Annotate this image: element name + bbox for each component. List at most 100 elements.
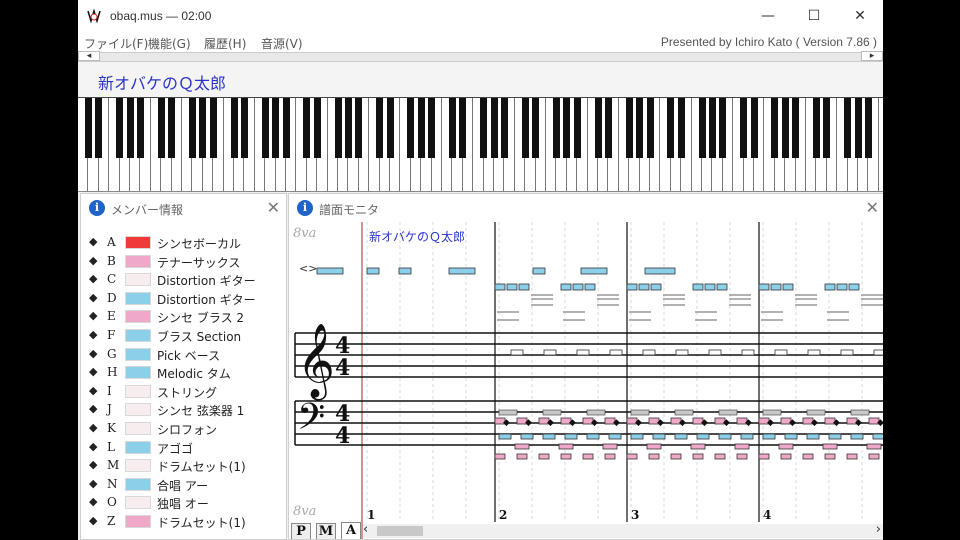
- tab-m[interactable]: M: [316, 523, 336, 539]
- menu-history[interactable]: 履歴(H): [204, 35, 246, 52]
- member-color-swatch[interactable]: [125, 310, 151, 324]
- black-key[interactable]: [521, 98, 529, 158]
- note-block: [674, 433, 688, 440]
- member-color-swatch[interactable]: [125, 514, 151, 528]
- score-area[interactable]: 𝄞𝄢4444◆◆◆◆◆◆◆◆◆◆◆◆◆◆◆◆◆◆ 8va 8va <> 新オバケ…: [289, 222, 883, 539]
- black-key[interactable]: [563, 98, 571, 158]
- menu-sound-source[interactable]: 音源(V): [261, 35, 303, 52]
- black-key[interactable]: [750, 98, 758, 158]
- member-color-swatch[interactable]: [125, 440, 151, 454]
- top-horizontal-scrollbar[interactable]: ◂ ▸: [78, 51, 883, 62]
- piano-keyboard[interactable]: [78, 97, 883, 192]
- black-key[interactable]: [282, 98, 290, 158]
- member-color-swatch[interactable]: [125, 384, 151, 398]
- note-block: [758, 283, 770, 291]
- black-key[interactable]: [261, 98, 269, 158]
- black-key[interactable]: [199, 98, 207, 158]
- black-key[interactable]: [812, 98, 820, 158]
- black-key[interactable]: [272, 98, 280, 158]
- member-color-swatch[interactable]: [125, 421, 151, 435]
- black-key[interactable]: [136, 98, 144, 158]
- black-key[interactable]: [417, 98, 425, 158]
- black-key[interactable]: [646, 98, 654, 158]
- member-color-swatch[interactable]: [125, 477, 151, 491]
- member-color-swatch[interactable]: [125, 328, 151, 342]
- black-key[interactable]: [573, 98, 581, 158]
- member-color-swatch[interactable]: [125, 254, 151, 268]
- diamond-bullet-icon: ◆: [89, 458, 98, 472]
- black-key[interactable]: [95, 98, 103, 158]
- black-key[interactable]: [480, 98, 488, 158]
- black-key[interactable]: [490, 98, 498, 158]
- maximize-button[interactable]: ☐: [791, 0, 837, 32]
- black-key[interactable]: [500, 98, 508, 158]
- member-color-swatch[interactable]: [125, 236, 151, 249]
- close-button[interactable]: ✕: [837, 0, 883, 32]
- black-key[interactable]: [854, 98, 862, 158]
- black-key[interactable]: [168, 98, 176, 158]
- score-panel-close-button[interactable]: ✕: [866, 198, 879, 217]
- member-color-swatch[interactable]: [125, 403, 151, 417]
- black-key[interactable]: [126, 98, 134, 158]
- black-key[interactable]: [667, 98, 675, 158]
- black-key[interactable]: [594, 98, 602, 158]
- member-panel-close-button[interactable]: ✕: [267, 198, 280, 217]
- scroll-right-arrow-icon[interactable]: ▸: [861, 51, 883, 61]
- black-key[interactable]: [552, 98, 560, 158]
- black-key[interactable]: [407, 98, 415, 158]
- member-color-swatch[interactable]: [125, 496, 151, 510]
- black-key[interactable]: [864, 98, 872, 158]
- member-color-swatch[interactable]: [125, 273, 151, 287]
- black-key[interactable]: [334, 98, 342, 158]
- accent-mark: ◆: [679, 418, 686, 428]
- black-key[interactable]: [344, 98, 352, 158]
- black-key[interactable]: [355, 98, 363, 158]
- white-key[interactable]: [879, 98, 883, 191]
- black-key[interactable]: [636, 98, 644, 158]
- member-color-swatch[interactable]: [125, 459, 151, 473]
- note-block: [648, 453, 660, 460]
- member-color-swatch[interactable]: [125, 291, 151, 305]
- menu-file[interactable]: ファイル(F): [84, 35, 148, 52]
- black-key[interactable]: [781, 98, 789, 158]
- black-key[interactable]: [376, 98, 384, 158]
- black-key[interactable]: [448, 98, 456, 158]
- score-horizontal-scrollbar[interactable]: ‹ ›: [363, 522, 883, 538]
- black-key[interactable]: [823, 98, 831, 158]
- tab-p[interactable]: P: [291, 523, 311, 539]
- black-key[interactable]: [708, 98, 716, 158]
- black-key[interactable]: [116, 98, 124, 158]
- black-key[interactable]: [313, 98, 321, 158]
- black-key[interactable]: [719, 98, 727, 158]
- black-key[interactable]: [230, 98, 238, 158]
- black-key[interactable]: [157, 98, 165, 158]
- diamond-bullet-icon: ◆: [89, 235, 98, 248]
- member-color-swatch[interactable]: [125, 366, 151, 380]
- menu-function[interactable]: 機能(G): [148, 35, 191, 52]
- tab-a[interactable]: A: [341, 522, 361, 539]
- member-color-swatch[interactable]: [125, 347, 151, 361]
- scroll-left-icon[interactable]: ‹: [363, 522, 368, 537]
- black-key[interactable]: [240, 98, 248, 158]
- minimize-button[interactable]: —: [745, 0, 791, 32]
- black-key[interactable]: [532, 98, 540, 158]
- black-key[interactable]: [844, 98, 852, 158]
- black-key[interactable]: [625, 98, 633, 158]
- black-key[interactable]: [303, 98, 311, 158]
- black-key[interactable]: [209, 98, 217, 158]
- scroll-thumb[interactable]: [377, 526, 423, 536]
- black-key[interactable]: [792, 98, 800, 158]
- black-key[interactable]: [698, 98, 706, 158]
- scroll-left-arrow-icon[interactable]: ◂: [78, 51, 100, 61]
- black-key[interactable]: [771, 98, 779, 158]
- song-title-bar: 新オバケのＱ太郎: [78, 62, 883, 97]
- black-key[interactable]: [188, 98, 196, 158]
- black-key[interactable]: [677, 98, 685, 158]
- black-key[interactable]: [459, 98, 467, 158]
- scroll-right-icon[interactable]: ›: [876, 522, 881, 537]
- black-key[interactable]: [386, 98, 394, 158]
- black-key[interactable]: [604, 98, 612, 158]
- black-key[interactable]: [740, 98, 748, 158]
- black-key[interactable]: [428, 98, 436, 158]
- black-key[interactable]: [84, 98, 92, 158]
